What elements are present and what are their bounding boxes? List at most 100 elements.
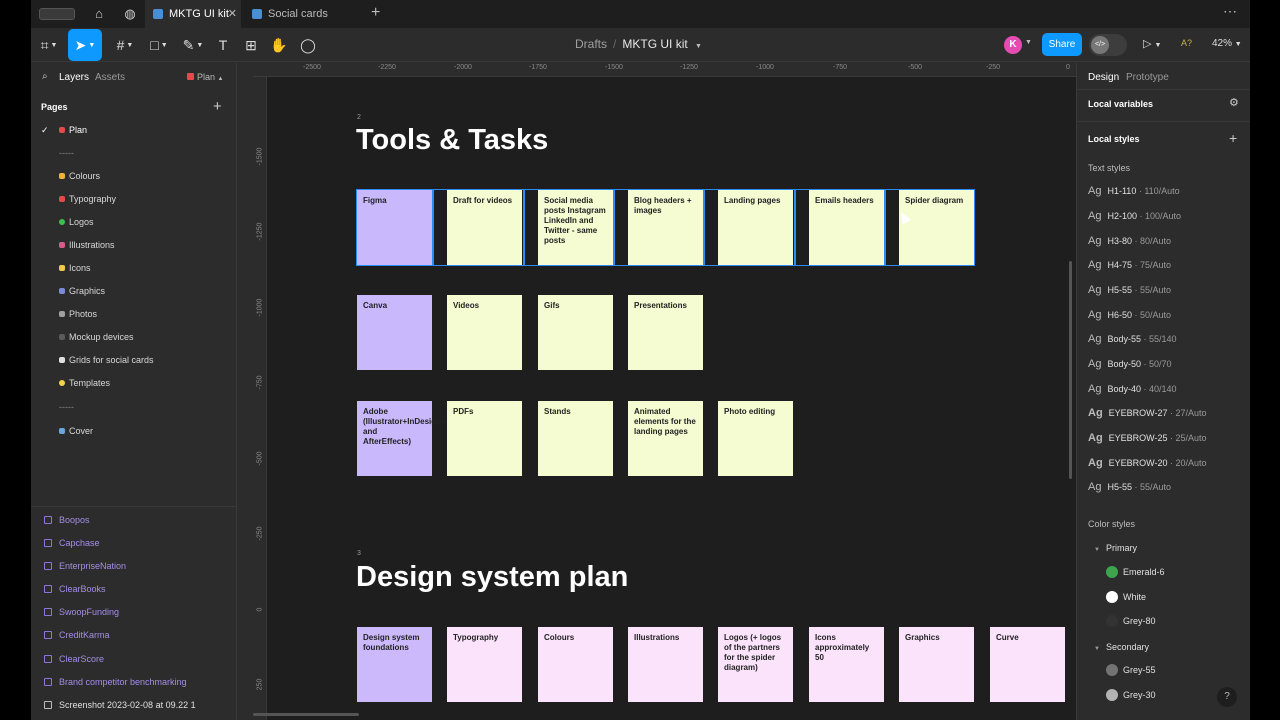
section-title[interactable]: Tools & Tasks: [356, 124, 548, 157]
sticky-note[interactable]: Typography: [447, 627, 522, 702]
text-style-item[interactable]: Ag H1-110 · 110/Auto: [1088, 179, 1248, 203]
tab-design[interactable]: Design: [1088, 72, 1119, 83]
text-style-item[interactable]: Ag H3-80 · 80/Auto: [1088, 229, 1248, 253]
sticky-note[interactable]: Social media posts Instagram LinkedIn an…: [538, 190, 613, 265]
section-title[interactable]: Design system plan: [356, 561, 628, 594]
text-style-item[interactable]: Ag EYEBROW-27 · 27/Auto: [1088, 401, 1248, 425]
text-style-item[interactable]: Ag Body-40 · 40/140: [1088, 377, 1248, 401]
layer-row[interactable]: CreditKarma: [31, 624, 236, 646]
vertical-scrollbar[interactable]: [1069, 261, 1072, 479]
sticky-note[interactable]: Curve: [990, 627, 1065, 702]
search-icon[interactable]: ⌕: [42, 71, 48, 82]
page-item-colours[interactable]: Colours: [31, 165, 236, 187]
text-style-item[interactable]: Ag H5-55 · 55/Auto: [1088, 475, 1248, 499]
sticky-note[interactable]: Logos (+ logos of the partners for the s…: [718, 627, 793, 702]
sticky-note[interactable]: Adobe (Illustrator+InDesign+Photoshop an…: [357, 401, 487, 476]
sticky-note[interactable]: Graphics: [899, 627, 974, 702]
sticky-note[interactable]: Emails headers: [809, 190, 884, 265]
shape-tool-icon[interactable]: □ ▼: [143, 29, 175, 61]
comment-tool-icon[interactable]: ◯: [292, 29, 324, 61]
more-icon[interactable]: ⋯: [1223, 3, 1238, 20]
zoom-menu[interactable]: 42% ▼: [1212, 38, 1242, 49]
page-item-typography[interactable]: Typography: [31, 188, 236, 210]
move-tool-icon[interactable]: ➤ ▼: [68, 29, 102, 61]
dev-mode-toggle[interactable]: </>: [1089, 34, 1127, 56]
sticky-note[interactable]: Icons approximately 50: [809, 627, 884, 702]
page-item-icons[interactable]: Icons: [31, 257, 236, 279]
frame-tool-icon[interactable]: # ▼: [109, 29, 141, 61]
sticky-note[interactable]: Colours: [538, 627, 613, 702]
sticky-note[interactable]: Landing pages: [718, 190, 793, 265]
text-style-item[interactable]: Ag H6-50 · 50/Auto: [1088, 303, 1248, 327]
tab-assets[interactable]: Assets: [95, 72, 125, 83]
help-button[interactable]: ?: [1217, 687, 1237, 707]
sticky-note[interactable]: Canva: [357, 295, 432, 370]
layer-row[interactable]: Boopos: [31, 509, 236, 531]
sticky-note[interactable]: Animated elements for the landing pages: [628, 401, 703, 476]
layer-row[interactable]: ClearBooks: [31, 578, 236, 600]
color-group-primary[interactable]: ▼ Primary: [1094, 543, 1137, 553]
page-item-separator[interactable]: -----: [31, 142, 236, 164]
text-style-item[interactable]: Ag Body-50 · 50/70: [1088, 352, 1248, 376]
horizontal-scrollbar[interactable]: [253, 713, 359, 716]
tab-layers[interactable]: Layers: [59, 72, 89, 83]
sticky-note[interactable]: Illustrations: [628, 627, 703, 702]
sticky-note[interactable]: Design system foundations: [357, 627, 432, 702]
sticky-note[interactable]: Photo editing: [718, 401, 793, 476]
present-icon[interactable]: ▷ ▼: [1143, 37, 1161, 50]
sticky-note[interactable]: Figma: [357, 190, 432, 265]
tab-prototype[interactable]: Prototype: [1126, 72, 1169, 83]
page-item-logos[interactable]: Logos: [31, 211, 236, 233]
canvas[interactable]: -2500 -2250 -2000 -1750 -1500 -1250 -100…: [253, 63, 1076, 720]
layer-row[interactable]: EnterpriseNation: [31, 555, 236, 577]
text-style-item[interactable]: Ag Body-55 · 55/140: [1088, 327, 1248, 351]
page-item-mockup-devices[interactable]: Mockup devices: [31, 326, 236, 348]
sticky-note[interactable]: Draft for videos: [447, 190, 522, 265]
figma-menu-icon[interactable]: ⌗ ▼: [35, 29, 63, 61]
page-item-photos[interactable]: Photos: [31, 303, 236, 325]
sticky-note[interactable]: Gifs: [538, 295, 613, 370]
sticky-note[interactable]: Videos: [447, 295, 522, 370]
sticky-note[interactable]: Blog headers + images: [628, 190, 703, 265]
add-style-icon[interactable]: +: [1229, 130, 1237, 146]
color-style-name[interactable]: Emerald-6: [1123, 567, 1165, 577]
color-group-secondary[interactable]: ▼ Secondary: [1094, 642, 1149, 652]
sticky-note[interactable]: PDFs: [447, 401, 522, 476]
color-style-name[interactable]: Grey-55: [1123, 665, 1156, 675]
page-item-separator[interactable]: -----: [31, 396, 236, 418]
share-button[interactable]: Share: [1042, 33, 1082, 56]
sticky-note[interactable]: Presentations: [628, 295, 703, 370]
text-style-item[interactable]: Ag H4-75 · 75/Auto: [1088, 253, 1248, 277]
home-icon[interactable]: ⌂: [91, 6, 107, 22]
chevron-down-icon[interactable]: ▼: [695, 43, 702, 50]
page-item-graphics[interactable]: Graphics: [31, 280, 236, 302]
color-style-name[interactable]: White: [1123, 592, 1146, 602]
tab-social-cards[interactable]: Social cards 2023: [244, 0, 364, 48]
layer-row[interactable]: Screenshot 2023-02-08 at 09.22 1: [31, 694, 236, 716]
local-variables-heading[interactable]: Local variables: [1088, 99, 1153, 109]
page-item-plan[interactable]: ✓ Plan: [31, 119, 236, 141]
hand-tool-icon[interactable]: ✋: [263, 29, 295, 61]
chevron-down-icon[interactable]: ▼: [1025, 39, 1032, 46]
adjust-icon[interactable]: ⚙: [1229, 96, 1239, 109]
close-tab-icon[interactable]: ✕: [228, 0, 237, 28]
new-tab-icon[interactable]: +: [371, 5, 380, 21]
main-menu-button[interactable]: [39, 8, 75, 20]
file-name[interactable]: MKTG UI kit: [622, 37, 687, 51]
color-style-name[interactable]: Grey-30: [1123, 690, 1156, 700]
tab-mktg-ui-kit[interactable]: MKTG UI kit ✕: [145, 0, 241, 28]
layer-row[interactable]: Brand competitor benchmarking: [31, 671, 236, 693]
page-switcher[interactable]: Plan ▲: [187, 72, 223, 82]
add-page-icon[interactable]: +: [213, 98, 222, 115]
layer-row[interactable]: Capchase: [31, 532, 236, 554]
layer-row[interactable]: SwoopFunding: [31, 601, 236, 623]
layer-row[interactable]: ClearScore: [31, 648, 236, 670]
pen-tool-icon[interactable]: ✎ ▼: [177, 29, 209, 61]
breadcrumb-drafts[interactable]: Drafts: [575, 37, 607, 51]
page-item-cover[interactable]: Cover: [31, 420, 236, 442]
text-style-item[interactable]: Ag EYEBROW-20 · 20/Auto: [1088, 451, 1248, 475]
text-style-item[interactable]: Ag H5-55 · 55/Auto: [1088, 278, 1248, 302]
page-item-templates[interactable]: Templates: [31, 372, 236, 394]
color-style-name[interactable]: Grey-80: [1123, 616, 1156, 626]
accessibility-icon[interactable]: A?: [1181, 38, 1192, 48]
